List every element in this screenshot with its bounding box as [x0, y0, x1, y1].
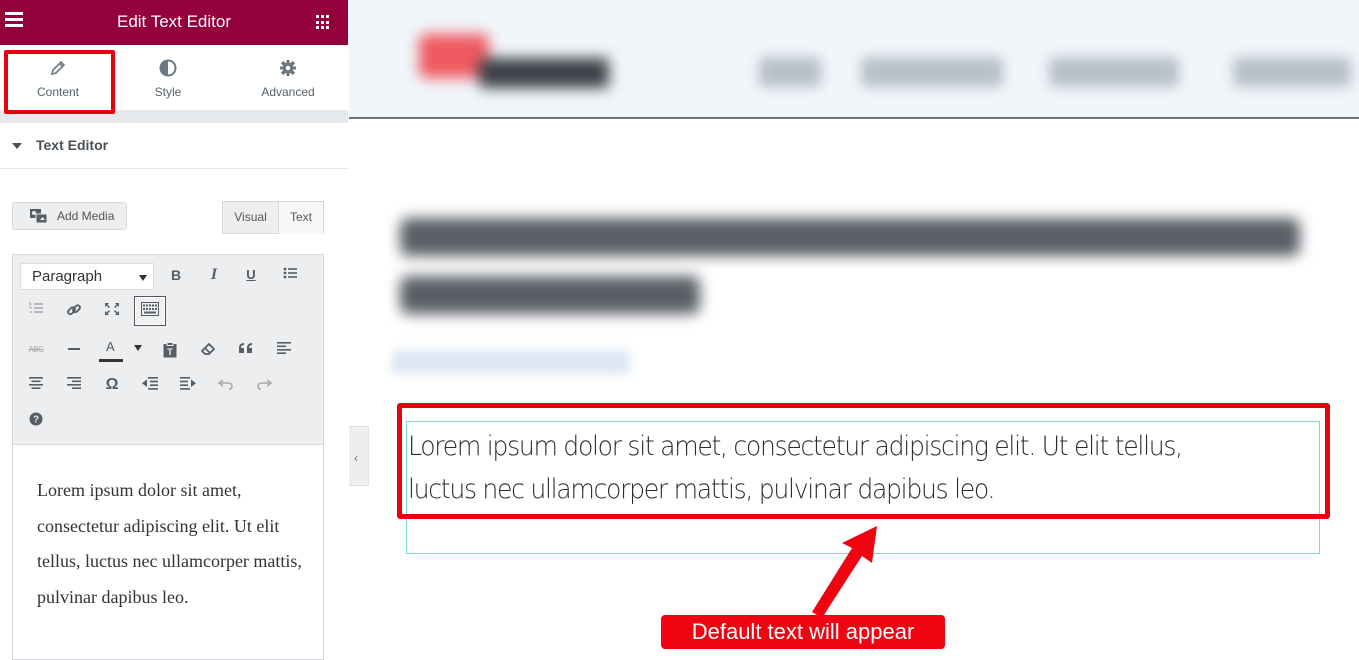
format-select[interactable]: Paragraph [20, 263, 154, 290]
media-icon [29, 208, 49, 224]
indent-icon[interactable] [175, 372, 201, 398]
panel-tabs: Content Style Advanced [0, 45, 348, 111]
numbered-list-icon[interactable] [23, 297, 49, 323]
underline-icon[interactable]: U [238, 262, 264, 288]
nav-item[interactable] [759, 57, 821, 87]
gear-icon [279, 59, 297, 77]
fullscreen-icon[interactable] [99, 297, 125, 323]
pencil-icon [49, 59, 67, 77]
tab-advanced-label: Advanced [261, 85, 315, 99]
nav-item[interactable] [1049, 57, 1179, 87]
chevron-down-icon [139, 275, 147, 281]
chevron-left-icon: ‹ [354, 451, 358, 465]
editor-toolbar: Paragraph B I U ABC A T Ω ? [12, 254, 324, 444]
align-right-icon[interactable] [61, 372, 87, 398]
widgets-grid-icon[interactable] [316, 15, 331, 30]
add-media-label: Add Media [57, 209, 115, 223]
caret-down-icon [12, 143, 22, 149]
editor-mode-tabs: Visual Text [222, 201, 324, 234]
align-center-icon[interactable] [23, 372, 49, 398]
widget-text: Lorem ipsum dolor sit amet, consectetur … [408, 431, 1183, 505]
align-left-icon[interactable] [271, 337, 297, 363]
section-title: Text Editor [36, 137, 109, 153]
nav-item[interactable] [1233, 57, 1351, 87]
section-header-text-editor[interactable]: Text Editor [0, 123, 348, 169]
tab-visual[interactable]: Visual [222, 201, 278, 234]
strikethrough-icon[interactable]: ABC [23, 337, 49, 363]
format-select-value: Paragraph [32, 268, 103, 285]
nav-item[interactable] [861, 57, 1003, 87]
panel-title: Edit Text Editor [116, 12, 232, 31]
text-color-chevron-icon[interactable] [131, 339, 145, 365]
editor-panel: Edit Text Editor Content Style Advanced [0, 0, 348, 660]
post-meta-blurred [392, 350, 630, 374]
outdent-icon[interactable] [137, 372, 163, 398]
tab-content-label: Content [36, 85, 80, 99]
panel-header: Edit Text Editor [0, 0, 348, 45]
svg-text:?: ? [33, 415, 39, 426]
toolbar-toggle-icon[interactable] [134, 296, 166, 326]
tab-content[interactable]: Content [0, 45, 116, 111]
callout-label: Default text will appear [661, 615, 945, 649]
paste-text-icon[interactable]: T [157, 337, 183, 363]
editor-content: Lorem ipsum dolor sit amet, consectetur … [37, 480, 302, 607]
site-logo [399, 28, 617, 100]
tab-style-label: Style [154, 85, 182, 99]
svg-text:T: T [167, 347, 173, 357]
italic-icon[interactable]: I [201, 262, 227, 288]
blockquote-icon[interactable] [233, 337, 259, 363]
redo-icon[interactable] [251, 372, 277, 398]
bold-icon[interactable]: B [163, 262, 189, 288]
special-character-icon[interactable]: Ω [99, 372, 125, 398]
panel-separator [0, 111, 348, 123]
add-media-button[interactable]: Add Media [12, 202, 127, 230]
clear-formatting-icon[interactable] [195, 337, 221, 363]
horizontal-line-icon[interactable] [61, 337, 87, 363]
post-title-blurred [382, 188, 1312, 330]
tab-style[interactable]: Style [110, 45, 226, 111]
contrast-circle-icon [159, 59, 177, 77]
site-header [349, 0, 1359, 119]
text-color-icon[interactable]: A [99, 335, 125, 365]
undo-icon[interactable] [213, 372, 239, 398]
bulleted-list-icon[interactable] [277, 262, 303, 288]
help-icon[interactable]: ? [23, 407, 49, 433]
tab-text[interactable]: Text [278, 201, 324, 234]
link-icon[interactable] [61, 297, 87, 323]
panel-collapse-button[interactable]: ‹ [349, 426, 369, 486]
tab-advanced[interactable]: Advanced [230, 45, 346, 111]
editor-textarea[interactable]: Lorem ipsum dolor sit amet, consectetur … [12, 444, 324, 660]
